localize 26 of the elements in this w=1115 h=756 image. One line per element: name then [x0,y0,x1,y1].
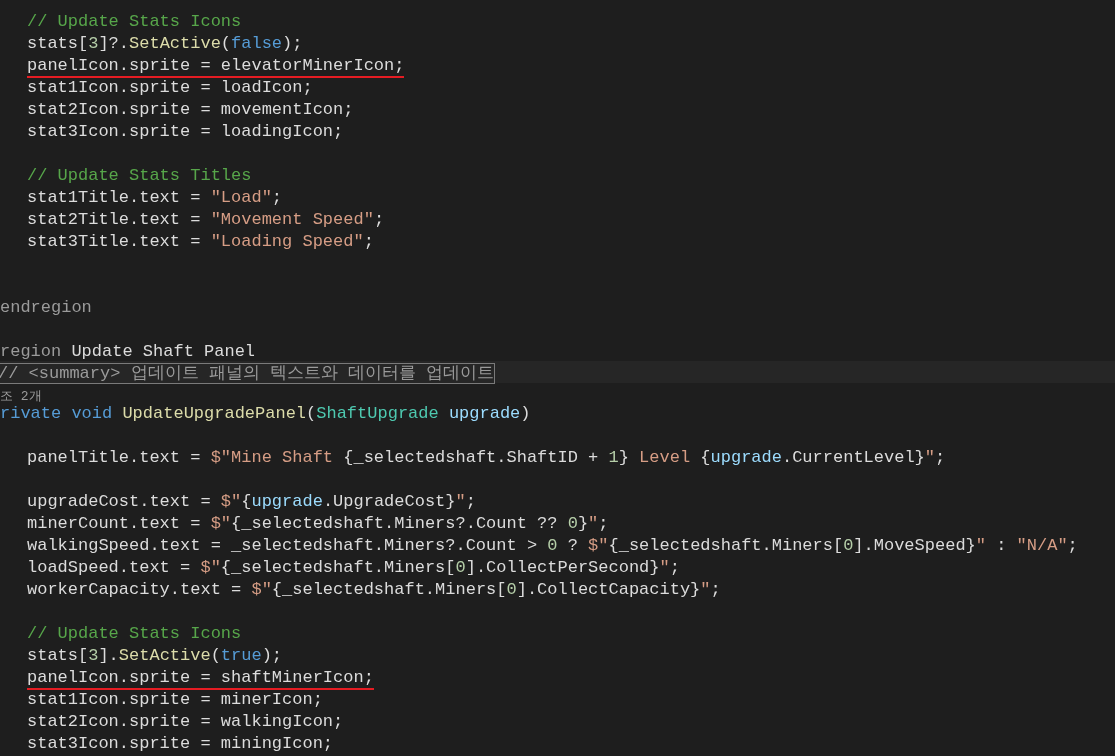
code-line: upgradeCost.text = $"{upgrade.UpgradeCost}"; [27,491,476,513]
code-line: stat1Icon.sprite = loadIcon; [27,77,313,99]
code-line: loadSpeed.text = $"{_selectedshaft.Miners[0].CollectPerSecond}"; [27,557,680,579]
code-line: walkingSpeed.text = _selectedshaft.Miners?.Count > 0 ? $"{_selectedshaft.Miners[0].MoveSpeed}" : "N/A"; [27,535,1078,557]
code-line: stat2Icon.sprite = movementIcon; [27,99,354,121]
code-line: stats[3]?.SetActive(false); [27,33,303,55]
code-line: panelIcon.sprite = elevatorMinerIcon; [27,56,405,78]
code-line: stat3Title.text = "Loading Speed"; [27,231,374,253]
code-line: stat2Icon.sprite = walkingIcon; [27,711,344,733]
code-line: minerCount.text = $"{_selectedshaft.Miners?.Count ?? 0}"; [27,513,609,535]
code-line: endregion [0,297,92,319]
code-line: region Update Shaft Panel [0,341,256,363]
code-line: workerCapacity.text = $"{_selectedshaft.Miners[0].CollectCapacity}"; [27,579,721,601]
code-line: stat1Title.text = "Load"; [27,187,283,209]
code-line: stat3Icon.sprite = loadingIcon; [27,121,344,143]
code-line: panelTitle.text = $"Mine Shaft {_selectedshaft.ShaftID + 1} Level {upgrade.CurrentLevel}"; [27,447,946,469]
code-line: stat1Icon.sprite = minerIcon; [27,689,323,711]
code-line: stat3Icon.sprite = miningIcon; [27,733,334,755]
code-line: stat2Title.text = "Movement Speed"; [27,209,385,231]
code-line: stats[3].SetActive(true); [27,645,283,667]
code-line: // Update Stats Icons [27,623,242,645]
references-link[interactable]: 조 2개 [0,388,42,406]
code-line: // Update Stats Titles [27,165,252,187]
code-line: rivate void UpdateUpgradePanel(ShaftUpgrade upgrade) [0,403,531,425]
code-line: // Update Stats Icons [27,11,242,33]
code-line: panelIcon.sprite = shaftMinerIcon; [27,668,374,690]
